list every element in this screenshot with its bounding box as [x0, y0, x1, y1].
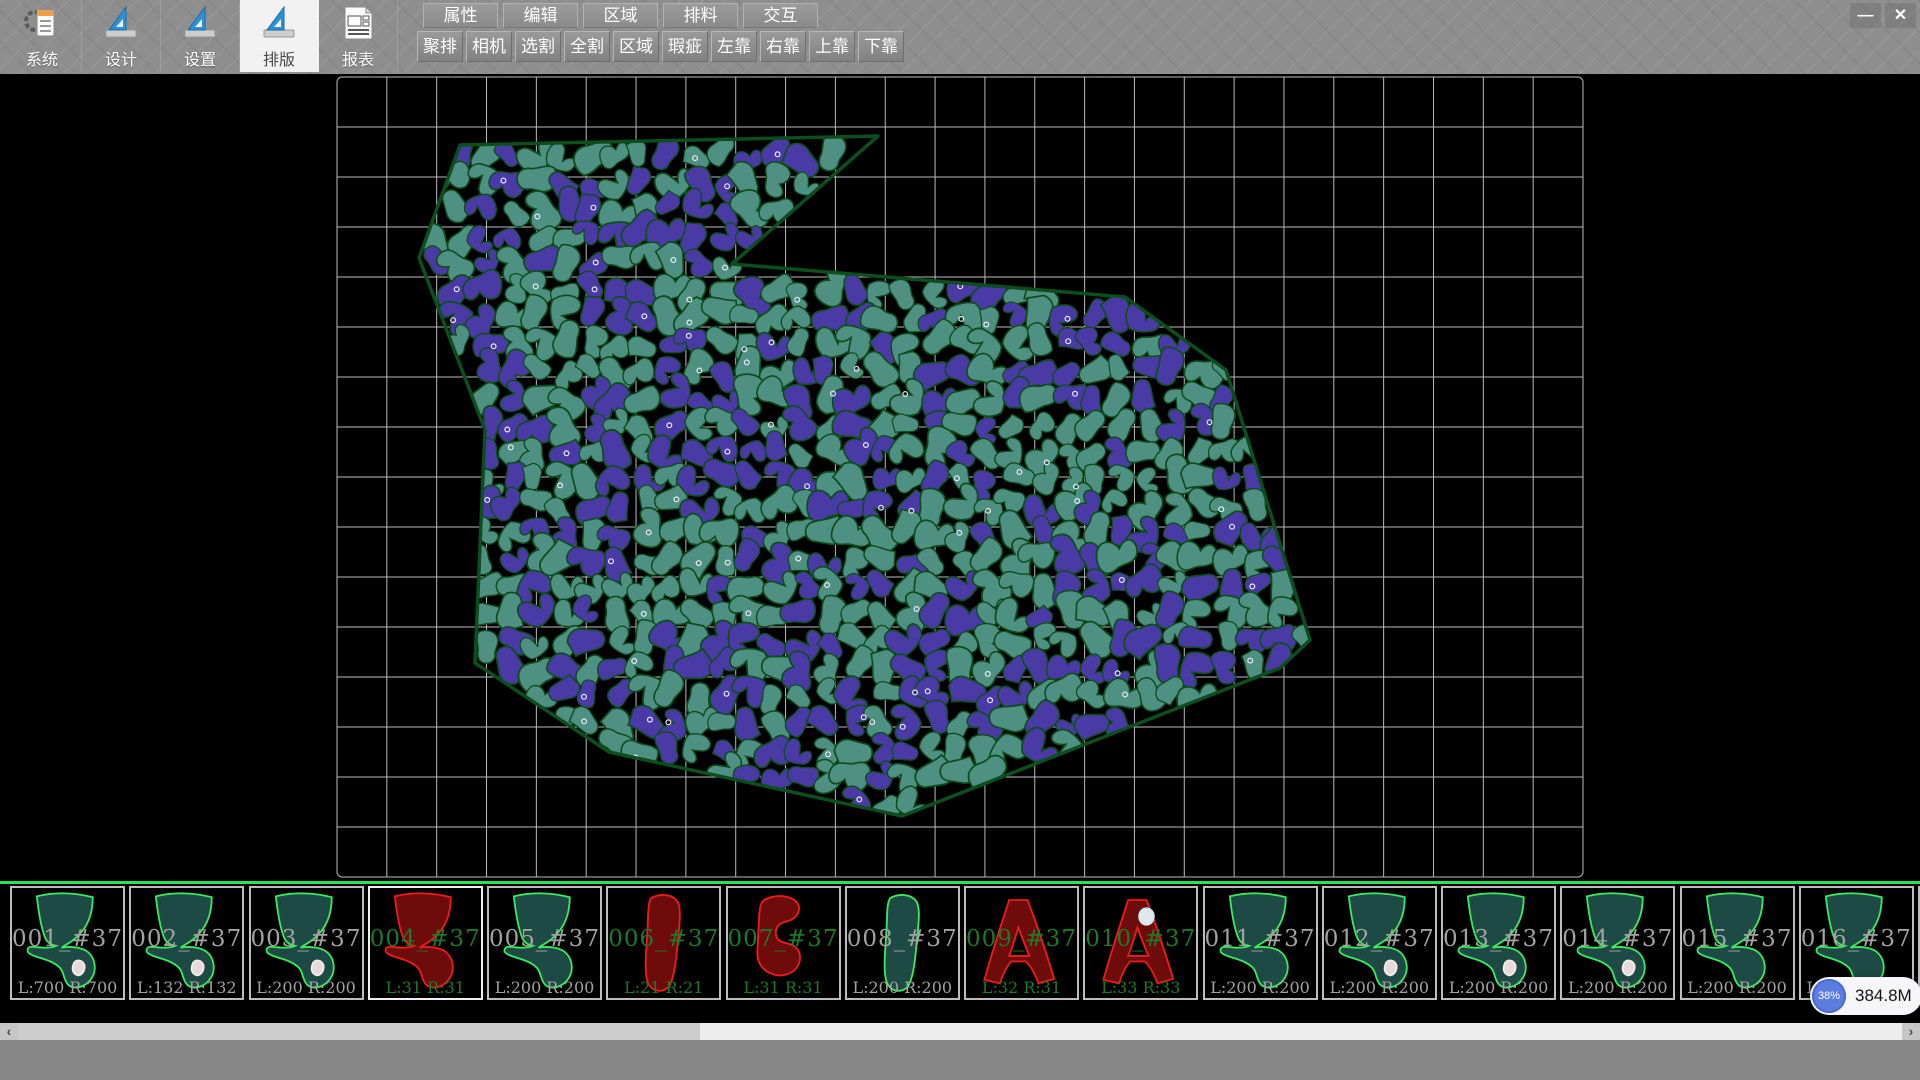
memory-value: 384.8M: [1855, 977, 1912, 1015]
piece-name: 015_#37: [1682, 926, 1793, 952]
piece-lr-count: L:33 R:33: [1085, 978, 1196, 997]
piece-cell-009_#37[interactable]: 009_#37 L:32 R:31: [964, 886, 1079, 1000]
piece-name: 010_#37: [1085, 926, 1196, 952]
nav-label: 报表: [342, 46, 374, 70]
nav-label: 设计: [105, 46, 137, 70]
piece-lr-count: L:32 R:31: [966, 978, 1077, 997]
tool-button-bar: 聚排相机选割全割区域瑕疵左靠右靠上靠下靠: [417, 31, 904, 62]
horizontal-scrollbar[interactable]: ‹ ›: [0, 1023, 1920, 1040]
nav-label: 排版: [263, 46, 295, 70]
piece-cell-015_#37[interactable]: 015_#37 L:200 R:200: [1680, 886, 1795, 1000]
piece-name: 002_#37: [131, 926, 242, 952]
window-controls: — ✕: [1850, 3, 1916, 28]
nav-label: 系统: [26, 46, 58, 70]
scroll-left-button[interactable]: ‹: [0, 1023, 18, 1040]
close-button[interactable]: ✕: [1885, 3, 1916, 28]
piece-cell-003_#37[interactable]: 003_#37 L:200 R:200: [249, 886, 364, 1000]
piece-cell-013_#37[interactable]: 013_#37 L:200 R:200: [1441, 886, 1556, 1000]
piece-name: 012_#37: [1324, 926, 1435, 952]
piece-cell-011_#37[interactable]: 011_#37 L:200 R:200: [1203, 886, 1318, 1000]
piece-name: 004_#37: [370, 926, 481, 952]
scroll-right-button[interactable]: ›: [1902, 1023, 1920, 1040]
piece-lr-count: L:31 R:31: [728, 978, 839, 997]
tool-button-1[interactable]: 聚排: [417, 31, 463, 62]
piece-cell-008_#37[interactable]: 008_#37 L:200 R:200: [845, 886, 960, 1000]
menu-tab-bar: 属性编辑区域排料交互: [423, 3, 818, 28]
piece-strip: 001_#37 L:700 R:700 002_#37 L:132 R:132 003_…: [0, 886, 1920, 1004]
nesting-svg: [0, 74, 1920, 881]
piece-name: 008_#37: [847, 926, 958, 952]
piece-lr-count: L:200 R:200: [1324, 978, 1435, 997]
piece-name: 016_#37: [1801, 926, 1912, 952]
tool-button-7[interactable]: 左靠: [711, 31, 757, 62]
nav-label: 设置: [184, 46, 216, 70]
piece-lr-count: L:21 R:21: [608, 978, 719, 997]
nav-item-design[interactable]: 设计: [82, 0, 161, 72]
piece-lr-count: L:200 R:200: [1562, 978, 1673, 997]
piece-lr-count: L:200 R:200: [1682, 978, 1793, 997]
tool-button-8[interactable]: 右靠: [760, 31, 806, 62]
piece-name: 014_#37: [1562, 926, 1673, 952]
system-gear-icon: [22, 3, 62, 43]
piece-lr-count: L:200 R:200: [1205, 978, 1316, 997]
menu-tab-5[interactable]: 交互: [743, 3, 818, 28]
piece-name: 007_#37: [728, 926, 839, 952]
nav-item-report[interactable]: 报表: [319, 0, 398, 72]
tool-button-6[interactable]: 瑕疵: [662, 31, 708, 62]
nav-item-nesting[interactable]: 排版: [240, 0, 319, 72]
status-bar: [0, 1040, 1920, 1080]
nesting-canvas[interactable]: [0, 74, 1920, 881]
piece-lr-count: L:31 R:31: [370, 978, 481, 997]
piece-cell-004_#37[interactable]: 004_#37 L:31 R:31: [368, 886, 483, 1000]
menu-tab-1[interactable]: 属性: [423, 3, 498, 28]
tool-button-3[interactable]: 选割: [515, 31, 561, 62]
piece-cell-012_#37[interactable]: 012_#37 L:200 R:200: [1322, 886, 1437, 1000]
piece-cell-014_#37[interactable]: 014_#37 L:200 R:200: [1560, 886, 1675, 1000]
piece-cell-002_#37[interactable]: 002_#37 L:132 R:132: [129, 886, 244, 1000]
piece-lr-count: L:200 R:200: [251, 978, 362, 997]
nav-item-system[interactable]: 系统: [3, 0, 82, 72]
memory-badge: 38% 384.8M: [1810, 977, 1920, 1015]
nav-item-settings[interactable]: 设置: [161, 0, 240, 72]
piece-name: 003_#37: [251, 926, 362, 952]
progress-circle: 38%: [1812, 979, 1846, 1013]
piece-lr-count: L:132 R:132: [131, 978, 242, 997]
piece-name: 009_#37: [966, 926, 1077, 952]
scrollbar-thumb[interactable]: [700, 1023, 1903, 1040]
tool-button-4[interactable]: 全割: [564, 31, 610, 62]
menu-tab-2[interactable]: 编辑: [503, 3, 578, 28]
piece-cell-006_#37[interactable]: 006_#37 L:21 R:21: [606, 886, 721, 1000]
report-icon: [338, 3, 378, 43]
toolbar: 系统 设计: [0, 0, 1920, 74]
piece-cell-007_#37[interactable]: 007_#37 L:31 R:31: [726, 886, 841, 1000]
tool-button-9[interactable]: 上靠: [809, 31, 855, 62]
piece-cell-005_#37[interactable]: 005_#37 L:200 R:200: [487, 886, 602, 1000]
menu-tab-3[interactable]: 区域: [583, 3, 658, 28]
strip-divider-line: [0, 881, 1920, 884]
piece-cell-001_#37[interactable]: 001_#37 L:700 R:700: [10, 886, 125, 1000]
piece-name: 006_#37: [608, 926, 719, 952]
menu-tab-4[interactable]: 排料: [663, 3, 738, 28]
piece-name: 013_#37: [1443, 926, 1554, 952]
tool-button-2[interactable]: 相机: [466, 31, 512, 62]
piece-lr-count: L:700 R:700: [12, 978, 123, 997]
app-window: 系统 设计: [0, 0, 1920, 1080]
progress-percent: 38%: [1818, 990, 1840, 1002]
piece-name: 005_#37: [489, 926, 600, 952]
tool-button-10[interactable]: 下靠: [858, 31, 904, 62]
piece-lr-count: L:200 R:200: [1443, 978, 1554, 997]
piece-name: 001_#37: [12, 926, 123, 952]
piece-name: 011_#37: [1205, 926, 1316, 952]
nav-icon-bar: 系统 设计: [3, 0, 398, 72]
piece-lr-count: L:200 R:200: [847, 978, 958, 997]
piece-lr-count: L:200 R:200: [489, 978, 600, 997]
tool-button-5[interactable]: 区域: [613, 31, 659, 62]
piece-cell-010_#37[interactable]: 010_#37 L:33 R:33: [1083, 886, 1198, 1000]
set-square-icon: [259, 3, 299, 43]
set-square-icon: [180, 3, 220, 43]
set-square-icon: [101, 3, 141, 43]
minimize-button[interactable]: —: [1850, 3, 1881, 28]
